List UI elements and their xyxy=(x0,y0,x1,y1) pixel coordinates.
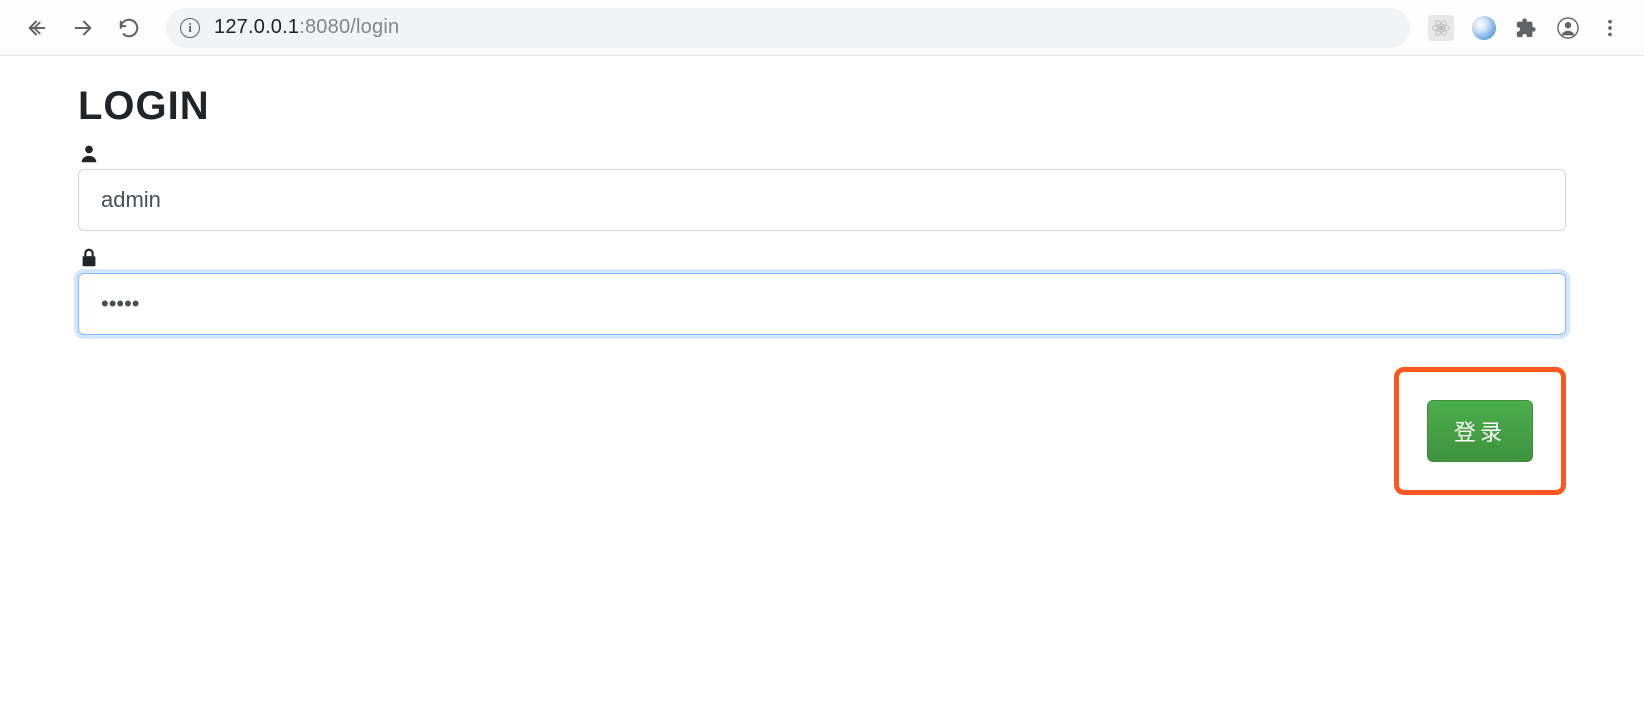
browser-right-icons xyxy=(1428,15,1626,41)
username-group xyxy=(78,143,1566,231)
more-menu-icon[interactable] xyxy=(1598,16,1622,40)
user-icon xyxy=(78,143,1566,165)
address-bar[interactable]: i 127.0.0.1:8080/login xyxy=(166,8,1410,48)
submit-row: 登录 xyxy=(78,367,1566,495)
react-devtools-icon[interactable] xyxy=(1428,15,1454,41)
username-input[interactable] xyxy=(78,169,1566,231)
url-text: 127.0.0.1:8080/login xyxy=(214,16,1382,39)
opera-icon[interactable] xyxy=(1472,16,1496,40)
page-title: LOGIN xyxy=(78,84,1566,129)
login-button[interactable]: 登录 xyxy=(1427,400,1533,462)
forward-button[interactable] xyxy=(64,9,102,47)
site-info-icon[interactable]: i xyxy=(180,18,200,38)
profile-icon[interactable] xyxy=(1556,16,1580,40)
password-group xyxy=(78,247,1566,335)
url-host: 127.0.0.1 xyxy=(214,16,299,38)
login-page: LOGIN 登录 xyxy=(0,56,1644,535)
highlight-annotation: 登录 xyxy=(1394,367,1566,495)
password-input[interactable] xyxy=(78,273,1566,335)
back-button[interactable] xyxy=(18,9,56,47)
extensions-icon[interactable] xyxy=(1514,16,1538,40)
lock-icon xyxy=(78,247,1566,269)
browser-toolbar: i 127.0.0.1:8080/login xyxy=(0,0,1644,56)
url-path: :8080/login xyxy=(299,16,399,38)
reload-button[interactable] xyxy=(110,9,148,47)
